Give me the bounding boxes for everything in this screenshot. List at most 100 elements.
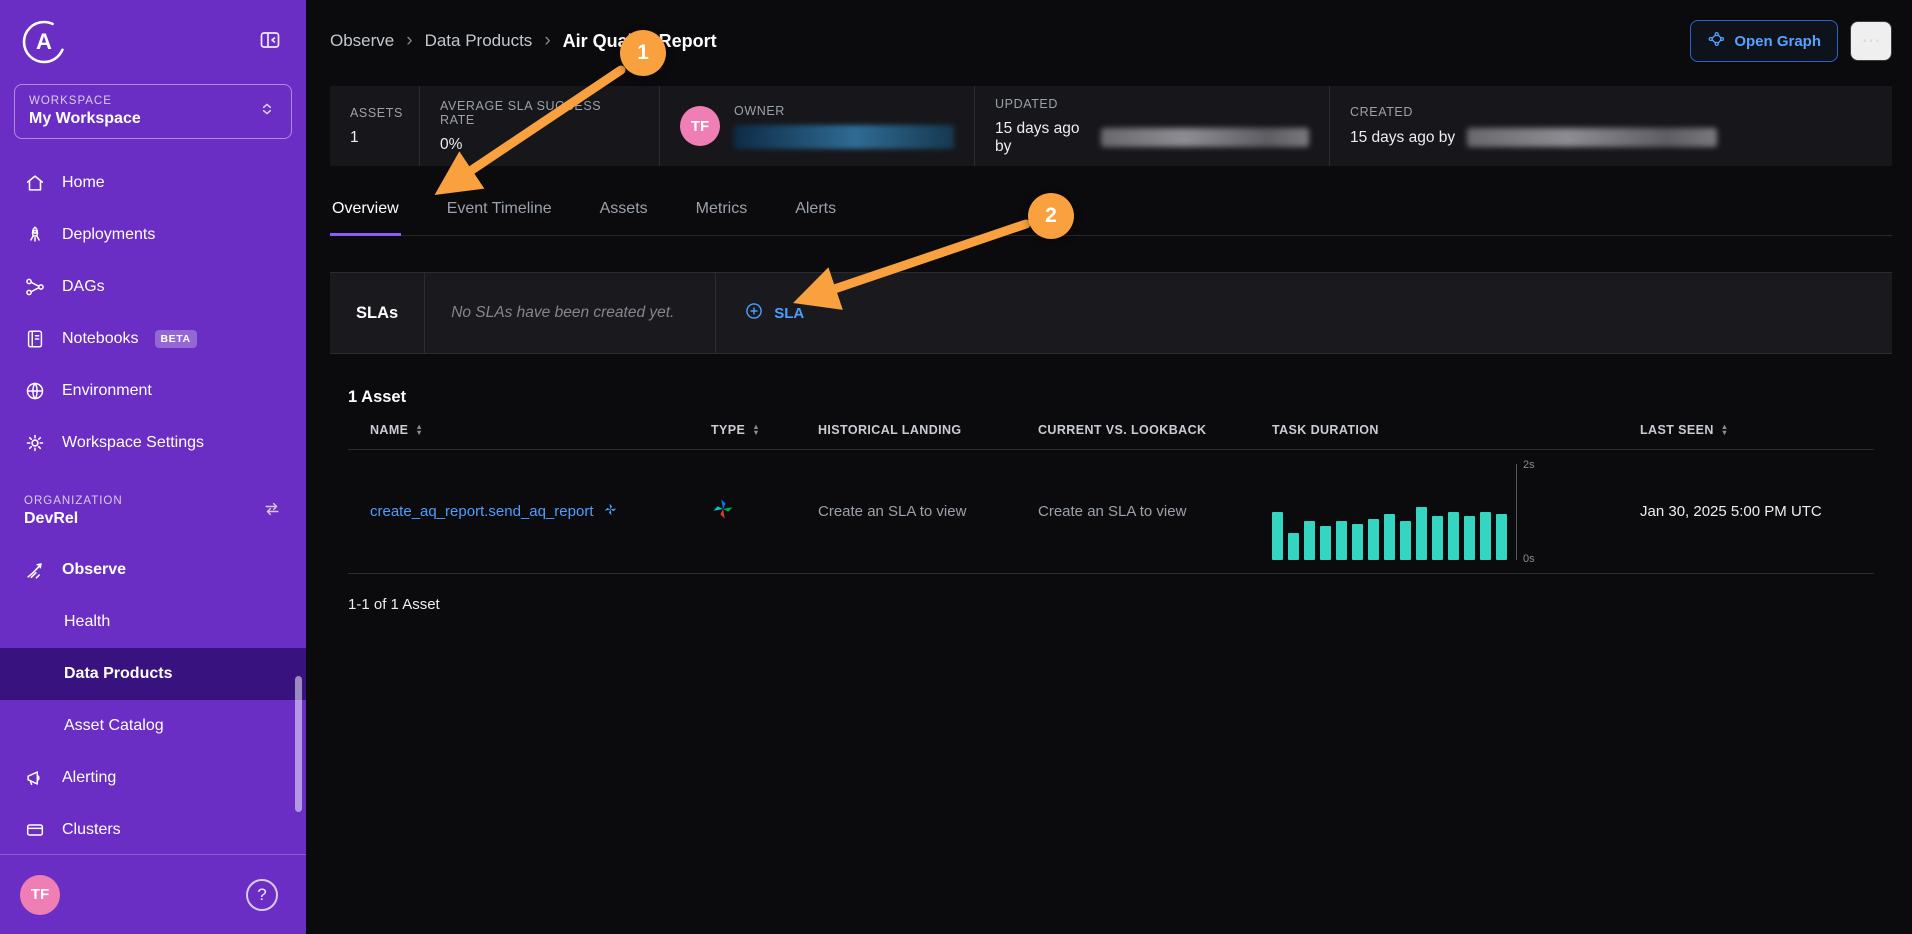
tab-assets[interactable]: Assets <box>598 190 650 235</box>
stat-label: OWNER <box>734 104 954 118</box>
workspace-selector-text: WORKSPACE My Workspace <box>29 95 141 128</box>
stat-created: CREATED 15 days ago by <box>1330 86 1892 166</box>
sort-down-icon: ▼ <box>1721 430 1729 437</box>
astronomer-logo[interactable]: A <box>20 18 68 66</box>
sidebar-item-asset-catalog[interactable]: Asset Catalog <box>0 700 306 752</box>
sidebar-item-home[interactable]: Home <box>0 157 306 209</box>
megaphone-icon <box>24 767 46 789</box>
open-graph-label: Open Graph <box>1734 33 1821 50</box>
notebook-icon <box>24 328 46 350</box>
breadcrumb-observe[interactable]: Observe <box>330 31 394 51</box>
sort-icon[interactable]: ▲▼ <box>752 424 760 437</box>
breadcrumb-data-products[interactable]: Data Products <box>425 31 533 51</box>
sidebar-item-dags[interactable]: DAGs <box>0 261 306 313</box>
main-area: Observe › Data Products › Air Quality Re… <box>306 0 1912 934</box>
airflow-link-icon <box>603 502 618 521</box>
observe-icon <box>24 559 46 581</box>
svg-text:A: A <box>36 29 52 54</box>
column-header-last-seen[interactable]: LAST SEEN ▲▼ <box>1640 423 1874 437</box>
sidebar-item-workspace-settings[interactable]: Workspace Settings <box>0 417 306 469</box>
column-label: CURRENT VS. LOOKBACK <box>1038 423 1206 437</box>
plus-circle-icon <box>744 301 764 325</box>
column-header-task-duration: TASK DURATION <box>1272 423 1640 437</box>
tab-metrics[interactable]: Metrics <box>694 190 750 235</box>
sort-icon[interactable]: ▲▼ <box>415 424 423 437</box>
table-row: create_aq_report.send_aq_report Create a… <box>348 450 1874 574</box>
column-label: NAME <box>370 423 408 437</box>
column-header-type[interactable]: TYPE ▲▼ <box>711 423 818 437</box>
duration-bar <box>1464 516 1475 559</box>
cell-type <box>711 497 818 526</box>
tab-alerts[interactable]: Alerts <box>793 190 838 235</box>
sidebar-item-deployments[interactable]: Deployments <box>0 209 306 261</box>
workspace-name: My Workspace <box>29 110 141 128</box>
duration-bar <box>1448 512 1459 560</box>
sidebar-footer: TF ? <box>0 854 306 934</box>
created-by-redacted <box>1467 128 1717 147</box>
task-duration-chart: 2s 0s <box>1272 464 1572 560</box>
column-header-name[interactable]: NAME ▲▼ <box>348 423 711 437</box>
sidebar-item-data-products[interactable]: Data Products <box>0 648 306 700</box>
sla-panel: SLAs No SLAs have been created yet. SLA <box>330 272 1892 354</box>
sidebar: A WORKSPACE My Workspace Home Deployment <box>0 0 306 934</box>
cell-last-seen: Jan 30, 2025 5:00 PM UTC <box>1640 503 1874 520</box>
organization-text: ORGANIZATION DevRel <box>24 495 123 528</box>
axis-label-min: 0s <box>1523 553 1535 565</box>
duration-bar <box>1432 516 1443 559</box>
asset-table: NAME ▲▼ TYPE ▲▼ HISTORICAL LANDING CURRE… <box>330 423 1892 574</box>
sidebar-scrollbar[interactable] <box>295 676 302 812</box>
help-icon[interactable]: ? <box>246 879 278 911</box>
cell-historical-landing: Create an SLA to view <box>818 503 1038 520</box>
tab-event-timeline[interactable]: Event Timeline <box>445 190 554 235</box>
open-graph-button[interactable]: Open Graph <box>1690 20 1838 62</box>
switch-organization-icon[interactable] <box>262 499 282 524</box>
stat-value: 1 <box>350 129 399 147</box>
pagination-text: 1-1 of 1 Asset <box>330 574 1892 613</box>
tab-bar: Overview Event Timeline Assets Metrics A… <box>330 190 1892 236</box>
cell-name: create_aq_report.send_aq_report <box>348 502 711 521</box>
add-sla-button[interactable]: SLA <box>716 273 832 353</box>
sidebar-item-clusters[interactable]: Clusters <box>0 804 306 856</box>
rocket-icon <box>24 224 46 246</box>
sidebar-item-alerting[interactable]: Alerting <box>0 752 306 804</box>
sidebar-item-label: Data Products <box>64 665 172 683</box>
stat-label: CREATED <box>1350 105 1872 119</box>
column-header-current-vs-lookback: CURRENT VS. LOOKBACK <box>1038 423 1272 437</box>
duration-bar <box>1352 524 1363 560</box>
asset-link-label: create_aq_report.send_aq_report <box>370 503 594 520</box>
stat-value: 15 days ago by <box>1350 129 1455 147</box>
sidebar-item-observe[interactable]: Observe <box>0 544 306 596</box>
sidebar-item-label: Observe <box>62 561 126 579</box>
organization-label: ORGANIZATION <box>24 495 123 507</box>
sidebar-item-notebooks[interactable]: Notebooks BETA <box>0 313 306 365</box>
sidebar-item-label: Home <box>62 174 105 192</box>
column-label: HISTORICAL LANDING <box>818 423 962 437</box>
workspace-selector[interactable]: WORKSPACE My Workspace <box>14 84 292 139</box>
more-options-button[interactable]: ⋯ <box>1850 21 1892 61</box>
stat-value: 15 days ago by <box>995 120 1089 156</box>
tab-overview[interactable]: Overview <box>330 190 401 236</box>
organization-selector[interactable]: ORGANIZATION DevRel <box>0 495 306 528</box>
home-icon <box>24 172 46 194</box>
header-actions: Open Graph ⋯ <box>1690 20 1892 62</box>
window-icon <box>24 819 46 841</box>
column-label: TASK DURATION <box>1272 423 1379 437</box>
asset-link[interactable]: create_aq_report.send_aq_report <box>370 502 711 521</box>
sidebar-item-health[interactable]: Health <box>0 596 306 648</box>
user-avatar[interactable]: TF <box>20 875 60 915</box>
sort-icon[interactable]: ▲▼ <box>1721 424 1729 437</box>
stat-label: ASSETS <box>350 106 399 120</box>
stat-label: UPDATED <box>995 97 1309 111</box>
organization-name: DevRel <box>24 510 123 528</box>
beta-badge: BETA <box>155 330 197 348</box>
sidebar-item-environment[interactable]: Environment <box>0 365 306 417</box>
sidebar-item-label: Health <box>64 613 110 631</box>
duration-bar <box>1272 512 1283 560</box>
sidebar-menu: Home Deployments DAGs Notebooks BETA Env… <box>0 157 306 469</box>
duration-bar <box>1480 512 1491 560</box>
sidebar-item-label: Asset Catalog <box>64 717 164 735</box>
cell-task-duration: 2s 0s <box>1272 464 1640 560</box>
gear-icon <box>24 432 46 454</box>
annotation-badge-2: 2 <box>1028 193 1074 239</box>
sidebar-collapse-icon[interactable] <box>258 28 282 57</box>
